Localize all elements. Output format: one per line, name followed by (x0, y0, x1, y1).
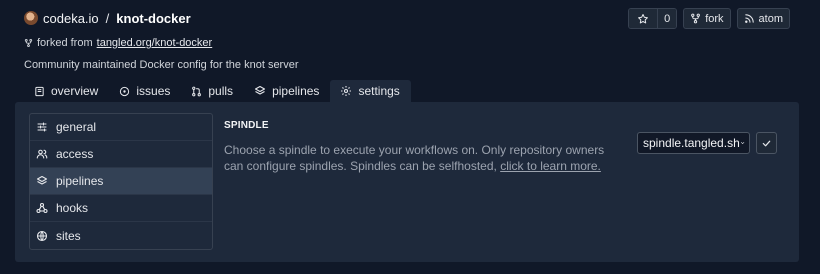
settings-panel: general access pipelines hooks sites SPI… (15, 102, 799, 262)
users-icon (36, 149, 48, 159)
settings-nav-access[interactable]: access (30, 141, 212, 168)
tab-pipelines[interactable]: pipelines (244, 80, 330, 102)
avatar[interactable] (24, 11, 38, 25)
tab-overview[interactable]: overview (24, 80, 109, 102)
layers-icon (255, 85, 266, 95)
settings-sidebar: general access pipelines hooks sites (29, 113, 213, 250)
book-icon (35, 86, 44, 96)
nav-label: hooks (56, 201, 89, 215)
tab-label: issues (136, 84, 171, 98)
star-button[interactable] (629, 9, 658, 28)
tab-settings[interactable]: settings (330, 80, 411, 102)
repo-description: Community maintained Docker config for t… (24, 59, 299, 71)
fork-button[interactable]: fork (683, 8, 731, 29)
settings-nav-pipelines[interactable]: pipelines (30, 168, 212, 195)
fork-label: fork (705, 12, 724, 25)
star-button-group: 0 (628, 8, 678, 29)
forked-from-link[interactable]: tangled.org/knot-docker (97, 37, 213, 49)
chevron-down-icon (740, 142, 744, 144)
forked-from-label: forked from (37, 37, 93, 49)
tab-pulls[interactable]: pulls (181, 80, 244, 102)
atom-label: atom (758, 12, 783, 25)
sliders-icon (37, 122, 47, 132)
circle-dot-icon (120, 86, 130, 96)
repo-actions: 0 fork atom (628, 8, 790, 29)
spindle-select[interactable]: spindle.tangled.sh (637, 132, 750, 154)
save-spindle-button[interactable] (756, 132, 777, 154)
section-description: Choose a spindle to execute your workflo… (224, 142, 624, 174)
nav-label: general (56, 120, 97, 134)
path-separator: / (105, 10, 110, 26)
settings-nav-hooks[interactable]: hooks (30, 195, 212, 222)
spindle-section: SPINDLE Choose a spindle to execute your… (224, 120, 624, 174)
layers-icon (36, 175, 48, 185)
fork-icon (24, 38, 33, 48)
spindle-select-value: spindle.tangled.sh (643, 136, 740, 150)
settings-nav-general[interactable]: general (30, 114, 212, 141)
git-pull-request-icon (192, 86, 202, 96)
learn-more-link[interactable]: click to learn more. (500, 159, 601, 173)
repo-tabs: overview issues pulls pipelines settings (24, 80, 411, 102)
check-icon (762, 140, 771, 146)
webhook-icon (36, 202, 48, 214)
forked-from: forked from tangled.org/knot-docker (24, 37, 790, 49)
tab-issues[interactable]: issues (109, 80, 181, 102)
rss-icon (744, 14, 754, 23)
tab-label: pipelines (272, 84, 320, 98)
star-count: 0 (657, 9, 677, 28)
repo-name-link[interactable]: knot-docker (116, 11, 190, 26)
globe-icon (36, 230, 48, 241)
section-title: SPINDLE (224, 120, 269, 131)
tab-label: pulls (208, 84, 234, 98)
star-icon (638, 13, 648, 23)
nav-label: sites (56, 228, 81, 243)
gear-icon (341, 86, 352, 96)
owner-link[interactable]: codeka.io (43, 11, 99, 26)
settings-nav-sites[interactable]: sites (30, 222, 212, 249)
tab-label: settings (358, 84, 400, 98)
nav-label: access (56, 147, 94, 161)
tab-label: overview (51, 84, 99, 98)
atom-feed-button[interactable]: atom (736, 8, 790, 29)
fork-icon (691, 13, 701, 24)
nav-label: pipelines (56, 174, 104, 188)
